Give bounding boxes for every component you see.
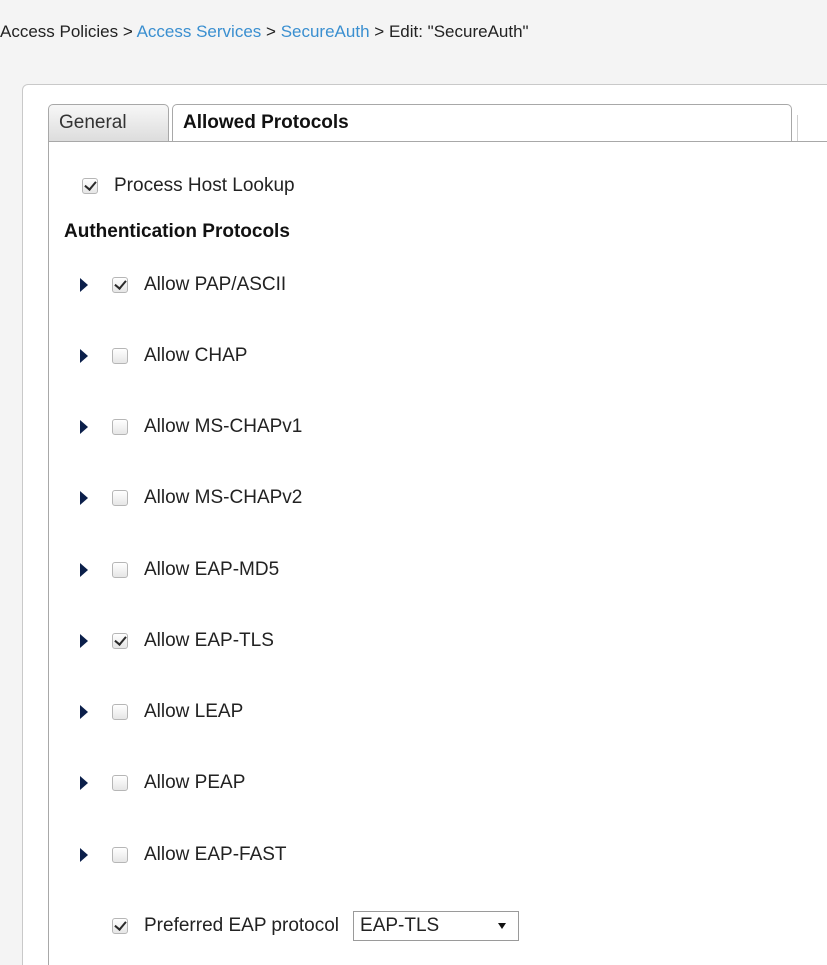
allow-eap-md5-checkbox[interactable] bbox=[112, 562, 128, 578]
protocol-row-eap-md5: Allow EAP-MD5 bbox=[80, 555, 279, 585]
preferred-eap-row: Preferred EAP protocol EAP-TLS bbox=[112, 911, 520, 941]
protocol-row-ms-chapv1: Allow MS-CHAPv1 bbox=[80, 412, 302, 442]
allow-peap-checkbox[interactable] bbox=[112, 775, 128, 791]
protocol-row-peap: Allow PEAP bbox=[80, 768, 245, 798]
allow-eap-tls-label: Allow EAP-TLS bbox=[144, 630, 274, 651]
preferred-eap-checkbox[interactable] bbox=[112, 918, 128, 934]
preferred-eap-selected-value: EAP-TLS bbox=[360, 915, 440, 936]
tab-allowed-protocols-label: Allowed Protocols bbox=[183, 112, 349, 133]
allow-ms-chapv1-checkbox[interactable] bbox=[112, 419, 128, 435]
breadcrumb-separator: > bbox=[374, 22, 385, 41]
allow-pap-ascii-label: Allow PAP/ASCII bbox=[144, 274, 287, 295]
expand-arrow-icon[interactable] bbox=[80, 278, 88, 292]
breadcrumb-secureauth-link[interactable]: SecureAuth bbox=[281, 22, 370, 41]
tab-allowed-protocols[interactable]: Allowed Protocols bbox=[172, 104, 798, 143]
allow-pap-ascii-checkbox[interactable] bbox=[112, 277, 128, 293]
expand-arrow-icon[interactable] bbox=[80, 634, 88, 648]
breadcrumb: Access Policies > Access Services > Secu… bbox=[0, 22, 529, 42]
process-host-lookup-row: Process Host Lookup bbox=[82, 171, 295, 201]
breadcrumb-separator: > bbox=[266, 22, 276, 41]
expand-arrow-icon[interactable] bbox=[80, 563, 88, 577]
allow-ms-chapv2-label: Allow MS-CHAPv2 bbox=[144, 487, 303, 508]
allow-peap-label: Allow PEAP bbox=[144, 772, 246, 793]
breadcrumb-current: Edit: "SecureAuth" bbox=[388, 22, 529, 41]
allow-eap-md5-label: Allow EAP-MD5 bbox=[144, 559, 280, 580]
allow-eap-fast-label: Allow EAP-FAST bbox=[144, 844, 287, 865]
expand-arrow-icon[interactable] bbox=[80, 776, 88, 790]
allow-leap-label: Allow LEAP bbox=[144, 701, 244, 722]
allow-eap-tls-checkbox[interactable] bbox=[112, 633, 128, 649]
protocol-row-ms-chapv2: Allow MS-CHAPv2 bbox=[80, 483, 302, 513]
tab-divider bbox=[797, 115, 798, 143]
process-host-lookup-checkbox[interactable] bbox=[82, 178, 98, 194]
protocol-row-eap-tls: Allow EAP-TLS bbox=[80, 626, 274, 656]
process-host-lookup-label: Process Host Lookup bbox=[114, 175, 295, 196]
dropdown-caret-icon bbox=[498, 923, 507, 929]
protocol-row-leap: Allow LEAP bbox=[80, 697, 243, 727]
expand-arrow-icon[interactable] bbox=[80, 848, 88, 862]
allow-chap-label: Allow CHAP bbox=[144, 345, 248, 366]
allow-chap-checkbox[interactable] bbox=[112, 348, 128, 364]
expand-arrow-icon[interactable] bbox=[80, 705, 88, 719]
authentication-protocols-heading: Authentication Protocols bbox=[64, 221, 290, 242]
allow-ms-chapv1-label: Allow MS-CHAPv1 bbox=[144, 416, 303, 437]
preferred-eap-label: Preferred EAP protocol bbox=[144, 915, 340, 936]
page: Access Policies > Access Services > Secu… bbox=[0, 0, 827, 965]
breadcrumb-access-services-link[interactable]: Access Services bbox=[137, 22, 262, 41]
protocol-row-chap: Allow CHAP bbox=[80, 341, 247, 371]
protocol-row-eap-fast: Allow EAP-FAST bbox=[80, 840, 287, 870]
preferred-eap-select[interactable]: EAP-TLS bbox=[353, 911, 520, 941]
allow-ms-chapv2-checkbox[interactable] bbox=[112, 490, 128, 506]
expand-arrow-icon[interactable] bbox=[80, 491, 88, 505]
breadcrumb-root: Access Policies bbox=[0, 22, 119, 41]
expand-arrow-icon[interactable] bbox=[80, 349, 88, 363]
tab-general[interactable]: General bbox=[48, 104, 169, 142]
expand-arrow-icon[interactable] bbox=[80, 420, 88, 434]
protocol-row-pap-ascii: Allow PAP/ASCII bbox=[80, 270, 286, 300]
breadcrumb-separator: > bbox=[122, 22, 133, 41]
allow-leap-checkbox[interactable] bbox=[112, 704, 128, 720]
allow-eap-fast-checkbox[interactable] bbox=[112, 847, 128, 863]
